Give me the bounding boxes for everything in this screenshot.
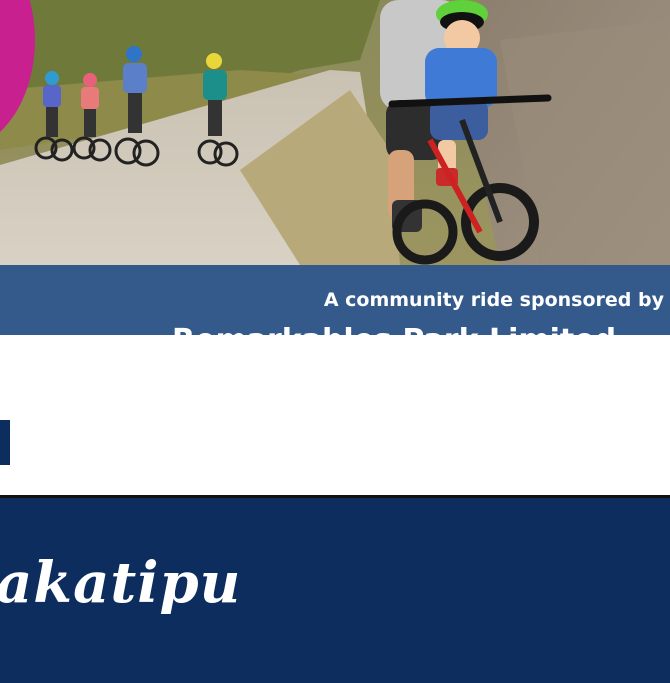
hero-photo — [0, 0, 670, 265]
sponsor-name: Remarkables Park Limited — [172, 323, 616, 335]
brand-logo[interactable]: akatipu — [0, 550, 241, 616]
footer: akatipu — [0, 498, 670, 683]
sponsor-banner: A community ride sponsored by Remarkable… — [0, 265, 670, 335]
sponsor-caption: A community ride sponsored by — [323, 289, 664, 311]
partial-button[interactable] — [0, 420, 10, 465]
content-area — [0, 335, 670, 495]
trail-scene — [0, 0, 670, 265]
